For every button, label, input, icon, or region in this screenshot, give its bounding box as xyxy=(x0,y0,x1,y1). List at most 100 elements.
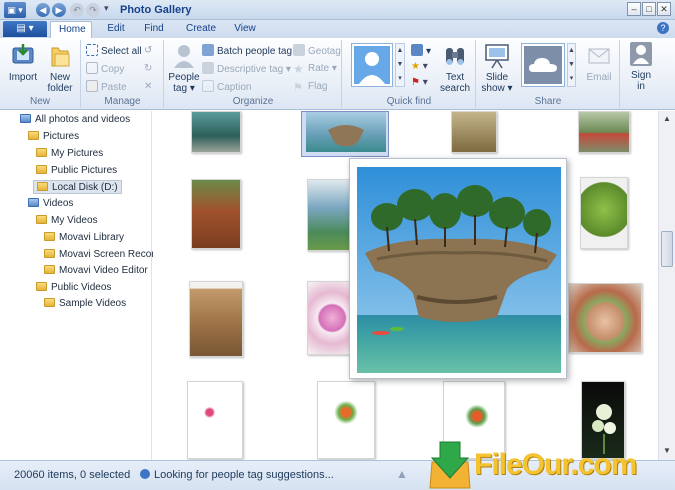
share-gallery-scroll-icon[interactable]: ▲ ▼ ▾ xyxy=(567,43,576,87)
scroll-thumb[interactable] xyxy=(661,231,673,267)
slide-show-label-2: show ▾ xyxy=(481,83,513,94)
slide-show-button[interactable]: Slide show ▾ xyxy=(479,42,515,94)
cloud-icon xyxy=(524,46,562,84)
photo-thumbnail[interactable] xyxy=(307,281,353,355)
paste-button[interactable]: Paste xyxy=(86,80,127,94)
photos-library-icon xyxy=(20,114,31,123)
new-folder-label-2: folder xyxy=(47,83,73,94)
nav-label: Movavi Screen Recorde xyxy=(59,249,166,260)
photo-thumbnail[interactable] xyxy=(307,179,353,251)
photo-thumbnail[interactable] xyxy=(189,281,243,357)
file-menu-tab[interactable]: ▤ ▾ xyxy=(3,21,47,37)
paste-icon xyxy=(86,80,98,92)
app-menu-button[interactable]: ▣ ▾ xyxy=(4,2,26,18)
text-search-label-2: search xyxy=(439,83,470,94)
tab-find[interactable]: Find xyxy=(136,21,172,38)
quick-access-dropdown-icon[interactable]: ▾ xyxy=(104,3,109,14)
slide-show-label-1: Slide xyxy=(485,72,509,83)
nav-label: All photos and videos xyxy=(35,114,131,125)
nav-my-videos[interactable]: My Videos xyxy=(36,214,98,228)
photo-thumbnail[interactable] xyxy=(568,283,642,353)
nav-pictures[interactable]: Pictures xyxy=(28,130,79,144)
copy-button[interactable]: Copy xyxy=(86,62,124,76)
nav-all-photos[interactable]: All photos and videos xyxy=(20,113,130,127)
text-search-button[interactable]: Text search xyxy=(437,42,473,94)
delete-icon[interactable]: ✕ xyxy=(144,80,152,94)
photo-thumbnail[interactable] xyxy=(580,177,628,249)
select-all-icon xyxy=(86,44,98,56)
people-tag-button[interactable]: People tag ▾ xyxy=(167,42,201,94)
photo-thumbnail[interactable] xyxy=(191,179,241,249)
forward-icon[interactable]: ▶ xyxy=(52,3,66,17)
nav-my-pictures[interactable]: My Pictures xyxy=(36,147,103,161)
tab-view[interactable]: View xyxy=(226,21,264,38)
email-label: Email xyxy=(586,72,612,83)
photo-preview-popup[interactable] xyxy=(349,158,567,379)
paste-label: Paste xyxy=(101,82,127,93)
text-search-label-1: Text xyxy=(445,72,465,83)
rotate-right-icon[interactable]: ↻ xyxy=(144,62,152,76)
group-manage: Select all Copy Paste ↺ ↻ ✕ Manage xyxy=(82,40,164,108)
back-icon[interactable]: ◀ xyxy=(36,3,50,17)
people-tag-label-2: tag ▾ xyxy=(173,83,195,94)
nav-public-pictures[interactable]: Public Pictures xyxy=(36,164,117,178)
photo-thumbnail[interactable] xyxy=(578,111,630,153)
tab-home[interactable]: Home xyxy=(50,21,92,38)
geotag-icon xyxy=(293,44,305,56)
new-folder-icon xyxy=(46,42,74,70)
caption-label: Caption xyxy=(217,82,252,93)
minimize-button[interactable]: – xyxy=(627,2,641,16)
select-all-button[interactable]: Select all xyxy=(86,44,142,58)
gallery-scroll-icon[interactable]: ▲ ▼ ▾ xyxy=(395,43,405,87)
import-button[interactable]: Import xyxy=(6,42,40,83)
nav-label: Movavi Library xyxy=(59,232,125,243)
maximize-button[interactable]: □ xyxy=(642,2,656,16)
zoom-out-icon[interactable]: ▲ xyxy=(396,467,408,481)
close-button[interactable]: ✕ xyxy=(657,2,671,16)
nav-movavi-video-editor[interactable]: Movavi Video Editor xyxy=(44,264,148,278)
nav-sample-videos[interactable]: Sample Videos xyxy=(44,297,126,311)
rotate-left-icon[interactable]: ↺ xyxy=(144,44,152,58)
undo-icon[interactable]: ↶ xyxy=(70,3,84,17)
nav-label: My Videos xyxy=(51,215,98,226)
nav-local-disk[interactable]: Local Disk (D:) xyxy=(33,180,122,194)
scroll-up-icon[interactable]: ▲ xyxy=(661,113,673,125)
tab-edit[interactable]: Edit xyxy=(98,21,134,38)
photo-thumbnail-selected[interactable] xyxy=(301,111,389,157)
caption-button[interactable]: Caption xyxy=(202,80,251,94)
group-new: Import New folder New xyxy=(0,40,81,108)
folder-icon xyxy=(44,265,55,274)
geotag-label: Geotag xyxy=(308,46,341,57)
people-filter-gallery[interactable] xyxy=(351,43,393,87)
nav-public-videos[interactable]: Public Videos xyxy=(36,281,111,295)
tab-create[interactable]: Create xyxy=(178,21,224,38)
redo-icon[interactable]: ↷ xyxy=(86,3,100,17)
descriptive-tag-button[interactable]: Descriptive tag ▾ xyxy=(202,62,291,76)
share-service-gallery[interactable] xyxy=(521,43,565,87)
folder-icon xyxy=(37,182,48,191)
flag-button[interactable]: ⚑ Flag xyxy=(293,80,327,94)
sign-in-button[interactable]: Sign in xyxy=(624,40,658,92)
nav-videos[interactable]: Videos xyxy=(28,197,73,211)
flag-icon: ⚑ xyxy=(293,82,303,94)
help-icon[interactable]: ? xyxy=(657,22,669,34)
geotag-button[interactable]: Geotag xyxy=(293,44,341,58)
person-silhouette-icon xyxy=(354,46,390,84)
batch-people-tag-button[interactable]: Batch people tag xyxy=(202,44,292,58)
rate-button[interactable]: ★ Rate ▾ xyxy=(293,62,337,76)
vertical-scrollbar[interactable]: ▲ ▼ xyxy=(658,111,675,460)
photo-thumbnail[interactable] xyxy=(191,111,241,153)
nav-movavi-screen-recorder[interactable]: Movavi Screen Recorde xyxy=(44,248,166,262)
nav-movavi-library[interactable]: Movavi Library xyxy=(44,231,124,245)
date-filter-icon[interactable]: ▾ xyxy=(411,44,431,58)
rating-filter-icon[interactable]: ★ ▾ xyxy=(411,60,428,74)
email-button[interactable]: Email xyxy=(581,42,617,83)
batch-people-tag-icon xyxy=(202,44,214,56)
flag-filter-icon[interactable]: ⚑ ▾ xyxy=(411,76,428,90)
photo-thumbnail[interactable] xyxy=(187,381,243,459)
photo-thumbnail[interactable] xyxy=(451,111,497,153)
new-folder-button[interactable]: New folder xyxy=(42,42,78,94)
photo-thumbnail[interactable] xyxy=(317,381,375,459)
folder-icon xyxy=(44,249,55,258)
folder-icon xyxy=(36,165,47,174)
